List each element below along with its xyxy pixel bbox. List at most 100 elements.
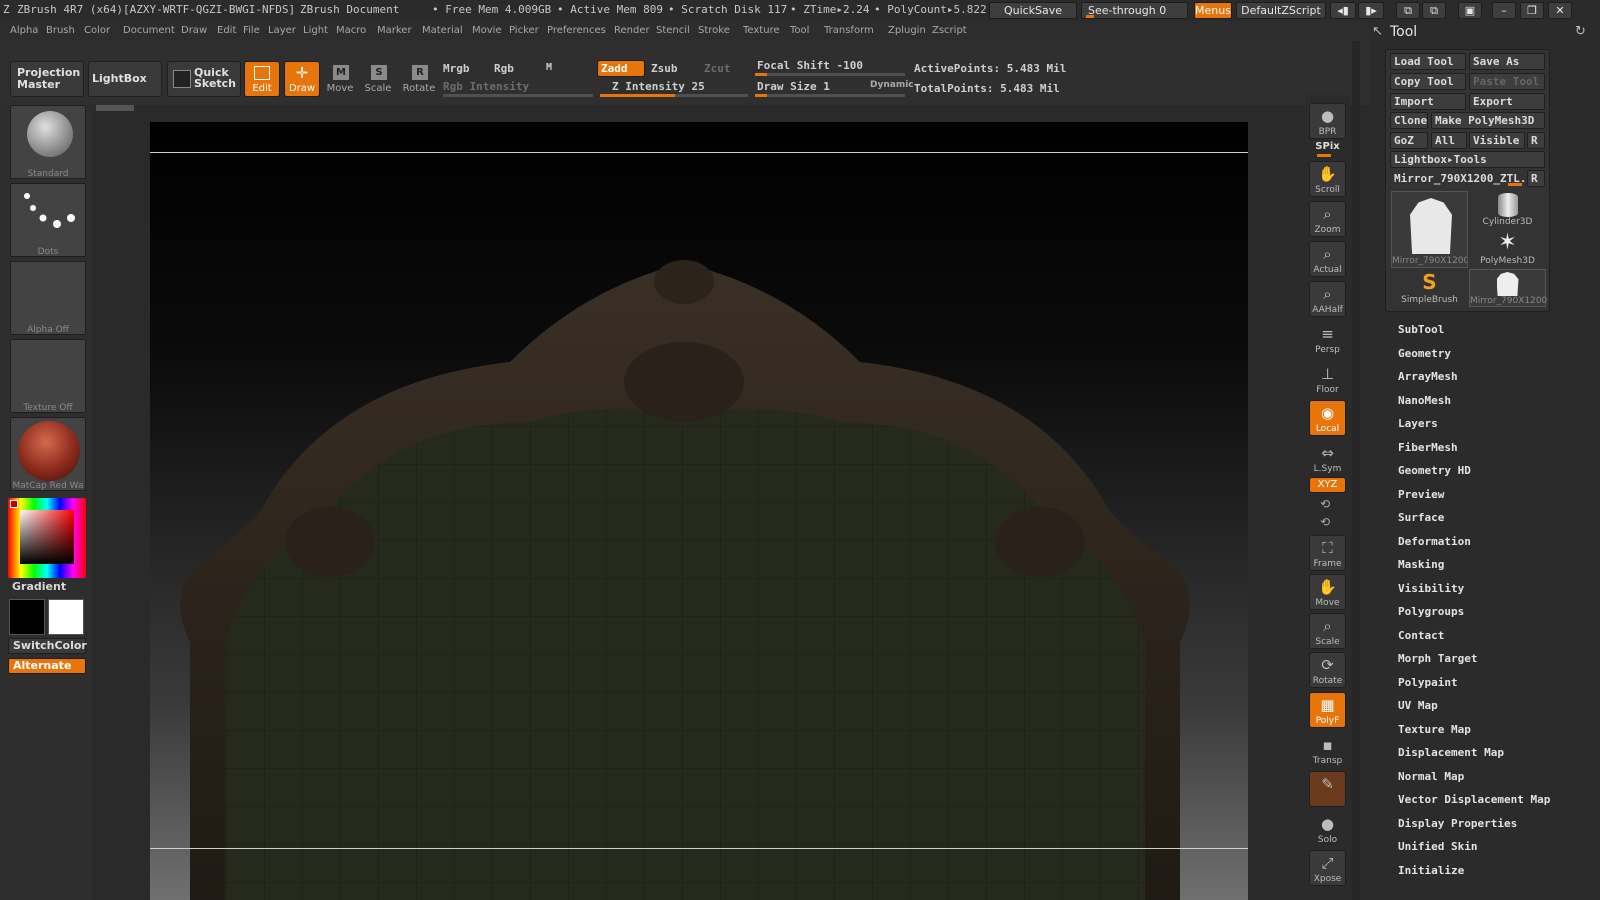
quick-sketch-button[interactable]: Quick Sketch (167, 61, 241, 97)
menu-file[interactable]: File (243, 25, 260, 36)
subpalette-display-properties[interactable]: Display Properties (1398, 817, 1517, 830)
palette-left-icon[interactable]: ◂▮ (1330, 2, 1356, 19)
import-button[interactable]: Import (1390, 93, 1466, 110)
subpalette-morph-target[interactable]: Morph Target (1398, 652, 1477, 665)
current-tool-slider[interactable]: Mirror_790X1200_ZTL. (1390, 170, 1525, 187)
default-zscript-button[interactable]: DefaultZScript (1236, 2, 1326, 19)
pin-icon[interactable]: ↖ (1372, 24, 1383, 39)
zoom-button[interactable]: ⌕ Zoom (1309, 201, 1346, 237)
xyz-button[interactable]: XYZ (1309, 477, 1346, 493)
subpalette-polypaint[interactable]: Polypaint (1398, 676, 1458, 689)
polyf-button[interactable]: ▦ PolyF (1309, 692, 1346, 728)
subpalette-geometry[interactable]: Geometry (1398, 347, 1451, 360)
see-through-slider[interactable]: See-through 0 (1081, 2, 1188, 19)
zcut-toggle[interactable]: Zcut (704, 62, 731, 75)
rgb-intensity-slider[interactable] (443, 94, 593, 97)
menu-layer[interactable]: Layer (268, 25, 296, 36)
color-square[interactable] (20, 510, 74, 564)
menu-material[interactable]: Material (422, 25, 463, 36)
tool-thumb-mirror-main[interactable]: Mirror_790X1200 (1391, 191, 1468, 268)
subpalette-layers[interactable]: Layers (1398, 417, 1438, 430)
document-viewport[interactable] (150, 122, 1248, 900)
subpalette-geometry-hd[interactable]: Geometry HD (1398, 464, 1471, 477)
current-tool-r-button[interactable]: R (1527, 170, 1545, 187)
subpalette-displacement-map[interactable]: Displacement Map (1398, 746, 1504, 759)
bpr-button[interactable]: ● BPR (1309, 103, 1346, 139)
menu-tool[interactable]: Tool (790, 25, 809, 36)
subpalette-arraymesh[interactable]: ArrayMesh (1398, 370, 1458, 383)
menu-zplugin[interactable]: Zplugin (888, 25, 926, 36)
menu-color[interactable]: Color (84, 25, 110, 36)
ghost-button[interactable]: ✎ (1309, 771, 1346, 807)
subpalette-initialize[interactable]: Initialize (1398, 864, 1464, 877)
subpalette-unified-skin[interactable]: Unified Skin (1398, 840, 1477, 853)
local-button[interactable]: ◉ Local (1309, 400, 1346, 436)
gradient-label[interactable]: Gradient (12, 580, 66, 593)
menu-texture[interactable]: Texture (743, 25, 780, 36)
menu-alpha[interactable]: Alpha (10, 25, 38, 36)
subpalette-fibermesh[interactable]: FiberMesh (1398, 441, 1458, 454)
stroke-selector[interactable]: Dots (10, 183, 86, 257)
rotate-y-icon[interactable]: ⟲ (1320, 497, 1330, 511)
subpalette-contact[interactable]: Contact (1398, 629, 1444, 642)
scroll-button[interactable]: ✋ Scroll (1309, 161, 1346, 197)
layout-icon[interactable]: ⧉ (1396, 2, 1420, 19)
menu-edit[interactable]: Edit (217, 25, 236, 36)
spix-slider[interactable]: SPix (1309, 141, 1346, 157)
subpalette-nanomesh[interactable]: NanoMesh (1398, 394, 1451, 407)
menu-macro[interactable]: Macro (336, 25, 366, 36)
clone-button[interactable]: Clone (1390, 112, 1428, 129)
solo-button[interactable]: ● Solo (1309, 811, 1346, 847)
goz-r-button[interactable]: R (1527, 132, 1545, 149)
goz-all-button[interactable]: All (1431, 132, 1467, 149)
menu-transform[interactable]: Transform (824, 25, 874, 36)
subpalette-subtool[interactable]: SubTool (1398, 323, 1444, 336)
rotate-view-button[interactable]: ⟳ Rotate (1309, 652, 1346, 688)
frame-button[interactable]: ⛶ Frame (1309, 535, 1346, 571)
menu-brush[interactable]: Brush (46, 25, 75, 36)
xpose-button[interactable]: ⤢ Xpose (1309, 850, 1346, 886)
dynamic-toggle[interactable]: Dynamic (870, 80, 914, 90)
subpalette-deformation[interactable]: Deformation (1398, 535, 1471, 548)
material-selector[interactable]: MatCap Red Wa (10, 417, 86, 491)
draw-button[interactable]: ✛ Draw (284, 61, 320, 97)
minimize-icon[interactable]: – (1492, 2, 1516, 19)
menu-movie[interactable]: Movie (472, 25, 502, 36)
alpha-selector[interactable]: Alpha Off (10, 261, 86, 335)
zsub-toggle[interactable]: Zsub (651, 62, 678, 75)
subpalette-polygroups[interactable]: Polygroups (1398, 605, 1464, 618)
draw-size-slider[interactable] (755, 94, 905, 97)
color-picker[interactable] (8, 498, 86, 578)
menus-button[interactable]: Menus (1194, 2, 1232, 19)
focal-shift-slider[interactable] (755, 73, 905, 76)
actual-button[interactable]: ⌕ Actual (1309, 241, 1346, 277)
lock-icon[interactable]: ▣ (1458, 2, 1482, 19)
lightbox-tools-button[interactable]: Lightbox▸Tools (1390, 151, 1545, 168)
rgb-toggle[interactable]: Rgb (494, 62, 514, 75)
scale-view-button[interactable]: ⌕ Scale (1309, 613, 1346, 649)
floor-button[interactable]: ⊥ Floor (1309, 361, 1346, 397)
menu-light[interactable]: Light (303, 25, 328, 36)
menu-zscript[interactable]: Zscript (932, 25, 967, 36)
lsym-button[interactable]: ⇔ L.Sym (1309, 440, 1346, 476)
subpalette-preview[interactable]: Preview (1398, 488, 1444, 501)
palette-right-icon[interactable]: ▮▸ (1358, 2, 1384, 19)
subpalette-normal-map[interactable]: Normal Map (1398, 770, 1464, 783)
rotate-button[interactable]: R Rotate (400, 61, 438, 97)
close-icon[interactable]: ✕ (1548, 2, 1572, 19)
lightbox-button[interactable]: LightBox (88, 61, 162, 97)
menu-preferences[interactable]: Preferences (547, 25, 606, 36)
export-button[interactable]: Export (1469, 93, 1545, 110)
rotate-z-icon[interactable]: ⟲ (1320, 515, 1330, 529)
menu-render[interactable]: Render (614, 25, 650, 36)
goz-visible-button[interactable]: Visible (1469, 132, 1525, 149)
m-toggle[interactable]: M (546, 62, 552, 73)
make-polymesh-button[interactable]: Make PolyMesh3D (1431, 112, 1545, 129)
subpalette-visibility[interactable]: Visibility (1398, 582, 1464, 595)
goz-button[interactable]: GoZ (1390, 132, 1428, 149)
subpalette-masking[interactable]: Masking (1398, 558, 1444, 571)
load-tool-button[interactable]: Load Tool (1390, 53, 1466, 70)
move-button[interactable]: M Move (322, 61, 358, 97)
mrgb-toggle[interactable]: Mrgb (443, 62, 470, 75)
secondary-color-swatch[interactable] (48, 599, 84, 635)
